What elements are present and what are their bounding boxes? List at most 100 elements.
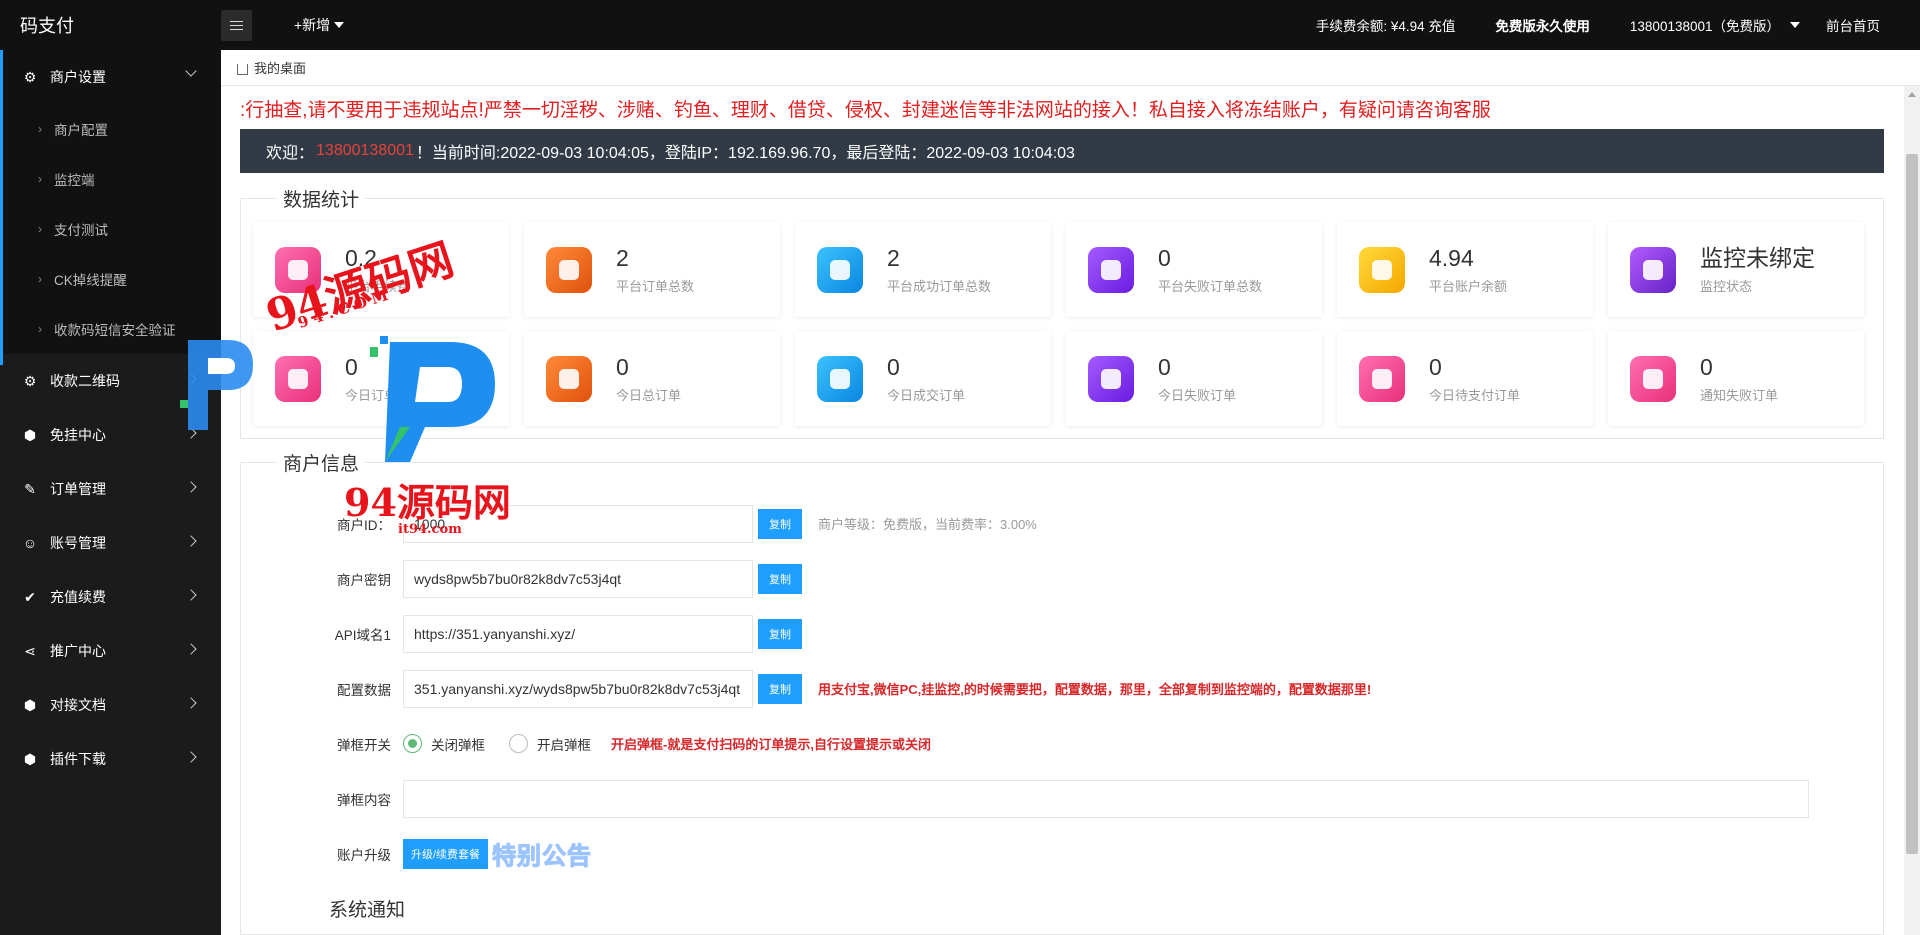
sidebar-subitem-ck-alert[interactable]: › CK掉线提醒	[0, 254, 221, 304]
stat-label: 平台手续费	[345, 279, 411, 294]
chevron-right-icon	[185, 427, 197, 439]
stat-icon	[817, 246, 863, 293]
check-icon: ✔	[24, 589, 36, 605]
sidebar-subitem-monitor[interactable]: › 监控端	[0, 154, 221, 204]
balance-recharge-link[interactable]: 手续费余额: ¥4.94 充值	[1316, 15, 1456, 35]
stat-icon	[546, 246, 592, 293]
top-bar: 码支付 +新增 手续费余额: ¥4.94 充值 免费版永久使用 13800138…	[0, 0, 1920, 50]
stat-icon	[275, 355, 321, 402]
merchant-level-hint: 商户等级：免费版，当前费率：3.00%	[818, 517, 1037, 532]
popup-off-radio[interactable]: 关闭弹框	[403, 734, 485, 754]
add-new-dropdown[interactable]: +新增	[294, 15, 345, 35]
stat-label: 平台订单总数	[616, 279, 695, 294]
stat-label: 今日待支付订单	[1429, 388, 1521, 403]
gear-icon: ⚙	[23, 373, 37, 389]
stat-icon	[1630, 355, 1676, 402]
sidebar-item-orders[interactable]: ✎ 订单管理	[0, 462, 221, 516]
warning-notice: :行抽查,请不要用于违规站点!严禁一切淫秽、涉赌、钓鱼、理财、借贷、侵权、封建迷…	[240, 100, 1491, 121]
caret-down-icon	[334, 22, 345, 28]
merchant-key-row: 商户密钥 复制	[253, 551, 1871, 606]
sidebar-item-label: 账号管理	[50, 535, 106, 551]
radio-checked-icon	[403, 734, 422, 753]
account-menu[interactable]: 13800138001（免费版）	[1630, 15, 1800, 35]
sub-item-label: 支付测试	[54, 223, 108, 238]
stat-icon	[817, 355, 863, 402]
scroll-up-icon[interactable]	[1904, 86, 1920, 102]
config-data-row: 配置数据 复制 用支付宝,微信PC,挂监控,的时候需要把，配置数据，那里，全部复…	[253, 661, 1871, 716]
cube-icon: ⬢	[23, 697, 37, 713]
stat-card: 0 通知失败订单	[1608, 331, 1864, 426]
chevron-right-icon	[185, 373, 197, 385]
api-domain-field[interactable]	[403, 614, 753, 653]
stat-icon	[275, 246, 321, 293]
merchant-key-field[interactable]	[403, 559, 753, 598]
sidebar-item-plugins[interactable]: ⬢ 插件下载	[0, 732, 221, 786]
user-icon: ☺	[22, 535, 38, 551]
chevron-right-icon	[185, 589, 197, 601]
config-data-label: 配置数据	[337, 682, 391, 698]
copy-merchant-key-button[interactable]: 复制	[758, 563, 802, 594]
menu-toggle-button[interactable]	[221, 9, 252, 41]
copy-api-domain-button[interactable]: 复制	[758, 618, 802, 649]
stats-title: 数据统计	[283, 190, 360, 211]
copy-merchant-id-button[interactable]: 复制	[758, 508, 802, 539]
sidebar-item-label: 免挂中心	[50, 427, 106, 443]
sidebar-item-recharge[interactable]: ✔ 充值续费	[0, 570, 221, 624]
popup-off-label: 关闭弹框	[431, 737, 485, 753]
chevron-right-icon	[185, 751, 197, 763]
popup-on-radio[interactable]: 开启弹框	[509, 734, 591, 754]
account-label: 13800138001（免费版）	[1629, 19, 1780, 34]
add-new-label: +新增	[294, 17, 331, 33]
special-announcement-link[interactable]: 特别公告	[492, 836, 592, 871]
sidebar-subitem-sms-verify[interactable]: › 收款码短信安全验证	[0, 304, 221, 354]
chevron-right-icon	[185, 643, 197, 655]
stat-icon	[1359, 355, 1405, 402]
sidebar-subitem-merchant-config[interactable]: › 商户配置	[0, 104, 221, 154]
stat-value: 0	[1700, 354, 1713, 380]
stats-grid: 0.2 平台手续费 2 平台订单总数 2 平台成功订单总数 0 平台失败订单总数 4.94 平台账…	[253, 222, 1871, 426]
stat-card: 2 平台订单总数	[524, 222, 780, 317]
popup-on-label: 开启弹框	[537, 737, 591, 753]
sidebar-item-docs[interactable]: ⬢ 对接文档	[0, 678, 221, 732]
stat-value: 0	[616, 354, 629, 380]
sidebar-item-merchant-settings[interactable]: ⚙ 商户设置	[0, 50, 221, 104]
front-home-link[interactable]: 前台首页	[1826, 15, 1880, 35]
merchant-id-field[interactable]	[403, 504, 753, 543]
stat-card: 0 今日总订单	[524, 331, 780, 426]
stat-icon	[1088, 246, 1134, 293]
sidebar-item-label: 商户设置	[50, 69, 106, 85]
copy-config-data-button[interactable]: 复制	[758, 673, 802, 704]
radio-unchecked-icon	[509, 734, 528, 753]
stat-card: 0 今日待支付订单	[1337, 331, 1593, 426]
popup-switch-row: 弹框开关 关闭弹框 开启弹框 开启弹框-就是支付扫码的订单提示,自行设置提示或关…	[253, 716, 1871, 771]
sidebar-item-promotion[interactable]: ⋖ 推广中心	[0, 624, 221, 678]
scrollbar-thumb[interactable]	[1906, 154, 1918, 854]
welcome-info: ！当前时间:2022-09-03 10:04:05，登陆IP：192.169.9…	[415, 145, 1075, 162]
welcome-prefix: 欢迎：	[266, 145, 315, 162]
stat-icon	[1630, 246, 1676, 293]
upgrade-plan-button[interactable]: 升级/续费套餐	[403, 838, 489, 869]
chevron-right-icon: ›	[38, 322, 42, 336]
sidebar-subitem-pay-test[interactable]: › 支付测试	[0, 204, 221, 254]
cube-icon: ⬢	[23, 427, 37, 443]
chevron-right-icon: ›	[38, 222, 42, 236]
stat-label: 今日订单金额	[345, 388, 424, 403]
stat-card: 2 平台成功订单总数	[795, 222, 1051, 317]
stat-value: 0.2	[345, 245, 377, 271]
sidebar-item-free-center[interactable]: ⬢ 免挂中心	[0, 408, 221, 462]
merchant-key-label: 商户密钥	[337, 572, 391, 588]
stat-label: 今日失败订单	[1158, 388, 1237, 403]
page-scrollbar[interactable]	[1904, 86, 1920, 935]
breadcrumb-tab-desktop[interactable]: 我的桌面	[254, 58, 306, 77]
popup-content-field[interactable]	[403, 779, 1809, 818]
sidebar-item-qrcode[interactable]: ⚙ 收款二维码	[0, 354, 221, 408]
stat-value: 0	[1158, 245, 1171, 271]
sidebar-item-accounts[interactable]: ☺ 账号管理	[0, 516, 221, 570]
stat-value: 监控未绑定	[1700, 245, 1815, 271]
merchant-info-section: 商户信息 商户ID： 复制 商户等级：免费版，当前费率：3.00% 商户密钥 复…	[240, 449, 1884, 935]
plan-label[interactable]: 免费版永久使用	[1495, 15, 1590, 35]
merchant-info-title: 商户信息	[283, 454, 360, 475]
merchant-id-row: 商户ID： 复制 商户等级：免费版，当前费率：3.00%	[253, 496, 1871, 551]
stat-card: 监控未绑定 监控状态	[1608, 222, 1864, 317]
config-data-field[interactable]	[403, 669, 753, 708]
